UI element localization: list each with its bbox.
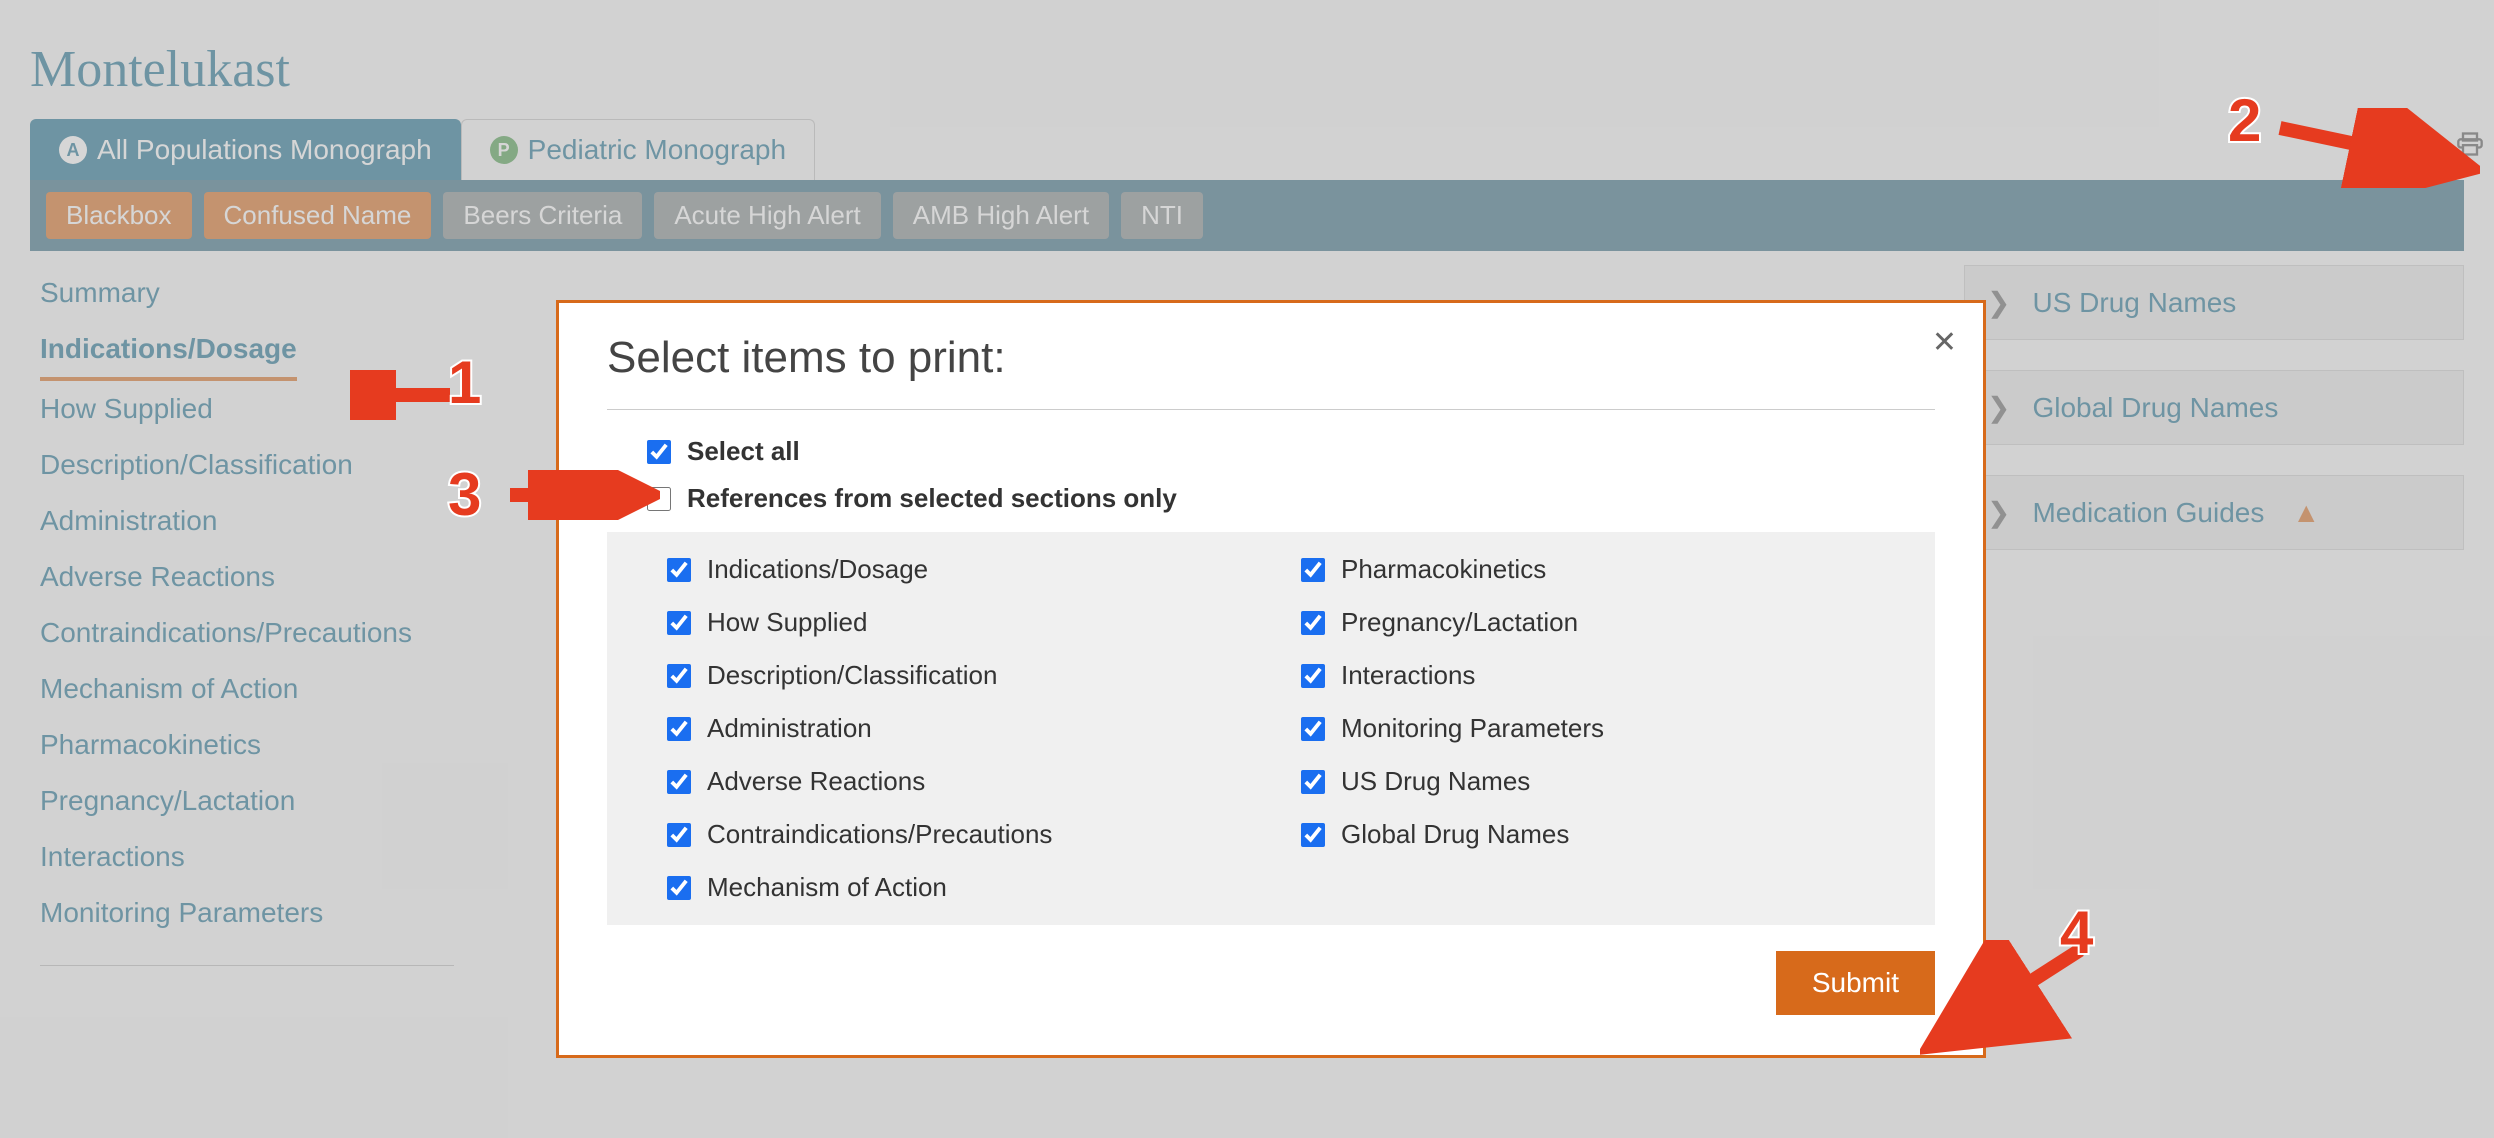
print-item-label: Mechanism of Action (707, 872, 947, 903)
print-item-checkbox[interactable] (1301, 823, 1325, 847)
monograph-tabs: A All Populations Monograph P Pediatric Mon… (30, 119, 2464, 180)
alert-pill-confused-name[interactable]: Confused Name (204, 192, 432, 239)
alert-pill-beers-criteria: Beers Criteria (443, 192, 642, 239)
nav-item-monitoring-parameters[interactable]: Monitoring Parameters (40, 885, 500, 941)
accordion-label: Medication Guides (2032, 497, 2264, 529)
accordion-global-drug-names[interactable]: ❯ Global Drug Names (1964, 370, 2464, 445)
select-all-label: Select all (687, 436, 800, 467)
print-items-grid: Indications/Dosage How Supplied Descriptio… (607, 532, 1935, 925)
right-panel: ❯ US Drug Names ❯ Global Drug Names ❯ Medicat… (1964, 265, 2464, 966)
accordion-us-drug-names[interactable]: ❯ US Drug Names (1964, 265, 2464, 340)
chevron-right-icon: ❯ (1987, 391, 2010, 424)
nav-item-description-classification[interactable]: Description/Classification (40, 437, 500, 493)
print-item-checkbox[interactable] (667, 611, 691, 635)
print-item-label: Administration (707, 713, 872, 744)
print-item-monitoring-parameters[interactable]: Monitoring Parameters (1301, 713, 1875, 744)
accordion-medication-guides[interactable]: ❯ Medication Guides ▲ (1964, 475, 2464, 550)
print-item-checkbox[interactable] (667, 823, 691, 847)
alert-bar: Blackbox Confused NameBeers Criteria Acute… (30, 180, 2464, 251)
annotation-number-3: 3 (448, 460, 481, 529)
nav-item-pharmacokinetics[interactable]: Pharmacokinetics (40, 717, 500, 773)
annotation-number-1: 1 (448, 348, 481, 417)
tab-pediatric-monograph[interactable]: P Pediatric Monograph (461, 119, 815, 180)
alert-pill-nti: NTI (1121, 192, 1203, 239)
print-item-checkbox[interactable] (1301, 558, 1325, 582)
drug-title: Montelukast (30, 40, 2464, 99)
annotation-arrow-3 (500, 470, 660, 520)
dialog-title: Select items to print: (607, 333, 1935, 410)
print-item-checkbox[interactable] (667, 664, 691, 688)
print-item-checkbox[interactable] (1301, 717, 1325, 741)
chevron-right-icon: ❯ (1987, 496, 2010, 529)
print-item-label: Global Drug Names (1341, 819, 1569, 850)
print-item-label: How Supplied (707, 607, 867, 638)
print-item-label: US Drug Names (1341, 766, 1530, 797)
print-item-checkbox[interactable] (1301, 664, 1325, 688)
submit-button[interactable]: Submit (1776, 951, 1935, 1015)
refs-only-label: References from selected sections only (687, 483, 1177, 514)
tab-badge-icon: P (490, 136, 518, 164)
print-item-global-drug-names[interactable]: Global Drug Names (1301, 819, 1875, 850)
print-item-label: Description/Classification (707, 660, 997, 691)
print-item-label: Contraindications/Precautions (707, 819, 1052, 850)
print-item-label: Monitoring Parameters (1341, 713, 1604, 744)
select-all-checkbox[interactable] (647, 440, 671, 464)
print-item-checkbox[interactable] (667, 717, 691, 741)
print-item-contraindications-precautions[interactable]: Contraindications/Precautions (667, 819, 1241, 850)
nav-item-pregnancy-lactation[interactable]: Pregnancy/Lactation (40, 773, 500, 829)
print-item-mechanism-of-action[interactable]: Mechanism of Action (667, 872, 1241, 903)
refs-only-row[interactable]: References from selected sections only (647, 483, 1935, 514)
annotation-number-4: 4 (2060, 898, 2093, 967)
tab-all-populations-monograph[interactable]: A All Populations Monograph (30, 119, 461, 180)
tab-badge-icon: A (59, 136, 87, 164)
warning-icon: ▲ (2292, 497, 2320, 529)
print-item-administration[interactable]: Administration (667, 713, 1241, 744)
tab-label: Pediatric Monograph (528, 134, 786, 166)
annotation-number-2: 2 (2228, 86, 2261, 155)
accordion-label: Global Drug Names (2032, 392, 2278, 424)
select-all-row[interactable]: Select all (647, 436, 1935, 467)
print-item-label: Pharmacokinetics (1341, 554, 1546, 585)
print-item-interactions[interactable]: Interactions (1301, 660, 1875, 691)
nav-item-mechanism-of-action[interactable]: Mechanism of Action (40, 661, 500, 717)
nav-item-adverse-reactions[interactable]: Adverse Reactions (40, 549, 500, 605)
nav-item-administration[interactable]: Administration (40, 493, 500, 549)
print-item-pharmacokinetics[interactable]: Pharmacokinetics (1301, 554, 1875, 585)
print-item-adverse-reactions[interactable]: Adverse Reactions (667, 766, 1241, 797)
print-item-checkbox[interactable] (667, 876, 691, 900)
alert-pill-blackbox[interactable]: Blackbox (46, 192, 192, 239)
nav-item-interactions[interactable]: Interactions (40, 829, 500, 885)
chevron-right-icon: ❯ (1987, 286, 2010, 319)
print-item-label: Interactions (1341, 660, 1475, 691)
nav-item-contraindications-precautions[interactable]: Contraindications/Precautions (40, 605, 500, 661)
accordion-label: US Drug Names (2032, 287, 2236, 319)
close-icon[interactable]: ✕ (1932, 325, 1957, 360)
print-item-checkbox[interactable] (1301, 611, 1325, 635)
print-item-label: Pregnancy/Lactation (1341, 607, 1578, 638)
annotation-arrow-2 (2270, 108, 2480, 188)
annotation-arrow-1 (350, 370, 460, 420)
nav-item-indications-dosage[interactable]: Indications/Dosage (40, 321, 297, 381)
print-item-checkbox[interactable] (1301, 770, 1325, 794)
tab-label: All Populations Monograph (97, 134, 432, 166)
nav-item-summary[interactable]: Summary (40, 265, 500, 321)
nav-divider (40, 965, 454, 966)
print-item-description-classification[interactable]: Description/Classification (667, 660, 1241, 691)
print-item-pregnancy-lactation[interactable]: Pregnancy/Lactation (1301, 607, 1875, 638)
print-item-checkbox[interactable] (667, 770, 691, 794)
print-item-indications-dosage[interactable]: Indications/Dosage (667, 554, 1241, 585)
print-item-label: Indications/Dosage (707, 554, 928, 585)
print-dialog: ✕ Select items to print: Select all Refe… (556, 300, 1986, 1058)
print-item-how-supplied[interactable]: How Supplied (667, 607, 1241, 638)
print-item-checkbox[interactable] (667, 558, 691, 582)
alert-pill-acute-high-alert: Acute High Alert (654, 192, 880, 239)
print-item-label: Adverse Reactions (707, 766, 925, 797)
print-item-us-drug-names[interactable]: US Drug Names (1301, 766, 1875, 797)
alert-pill-amb-high-alert: AMB High Alert (893, 192, 1109, 239)
